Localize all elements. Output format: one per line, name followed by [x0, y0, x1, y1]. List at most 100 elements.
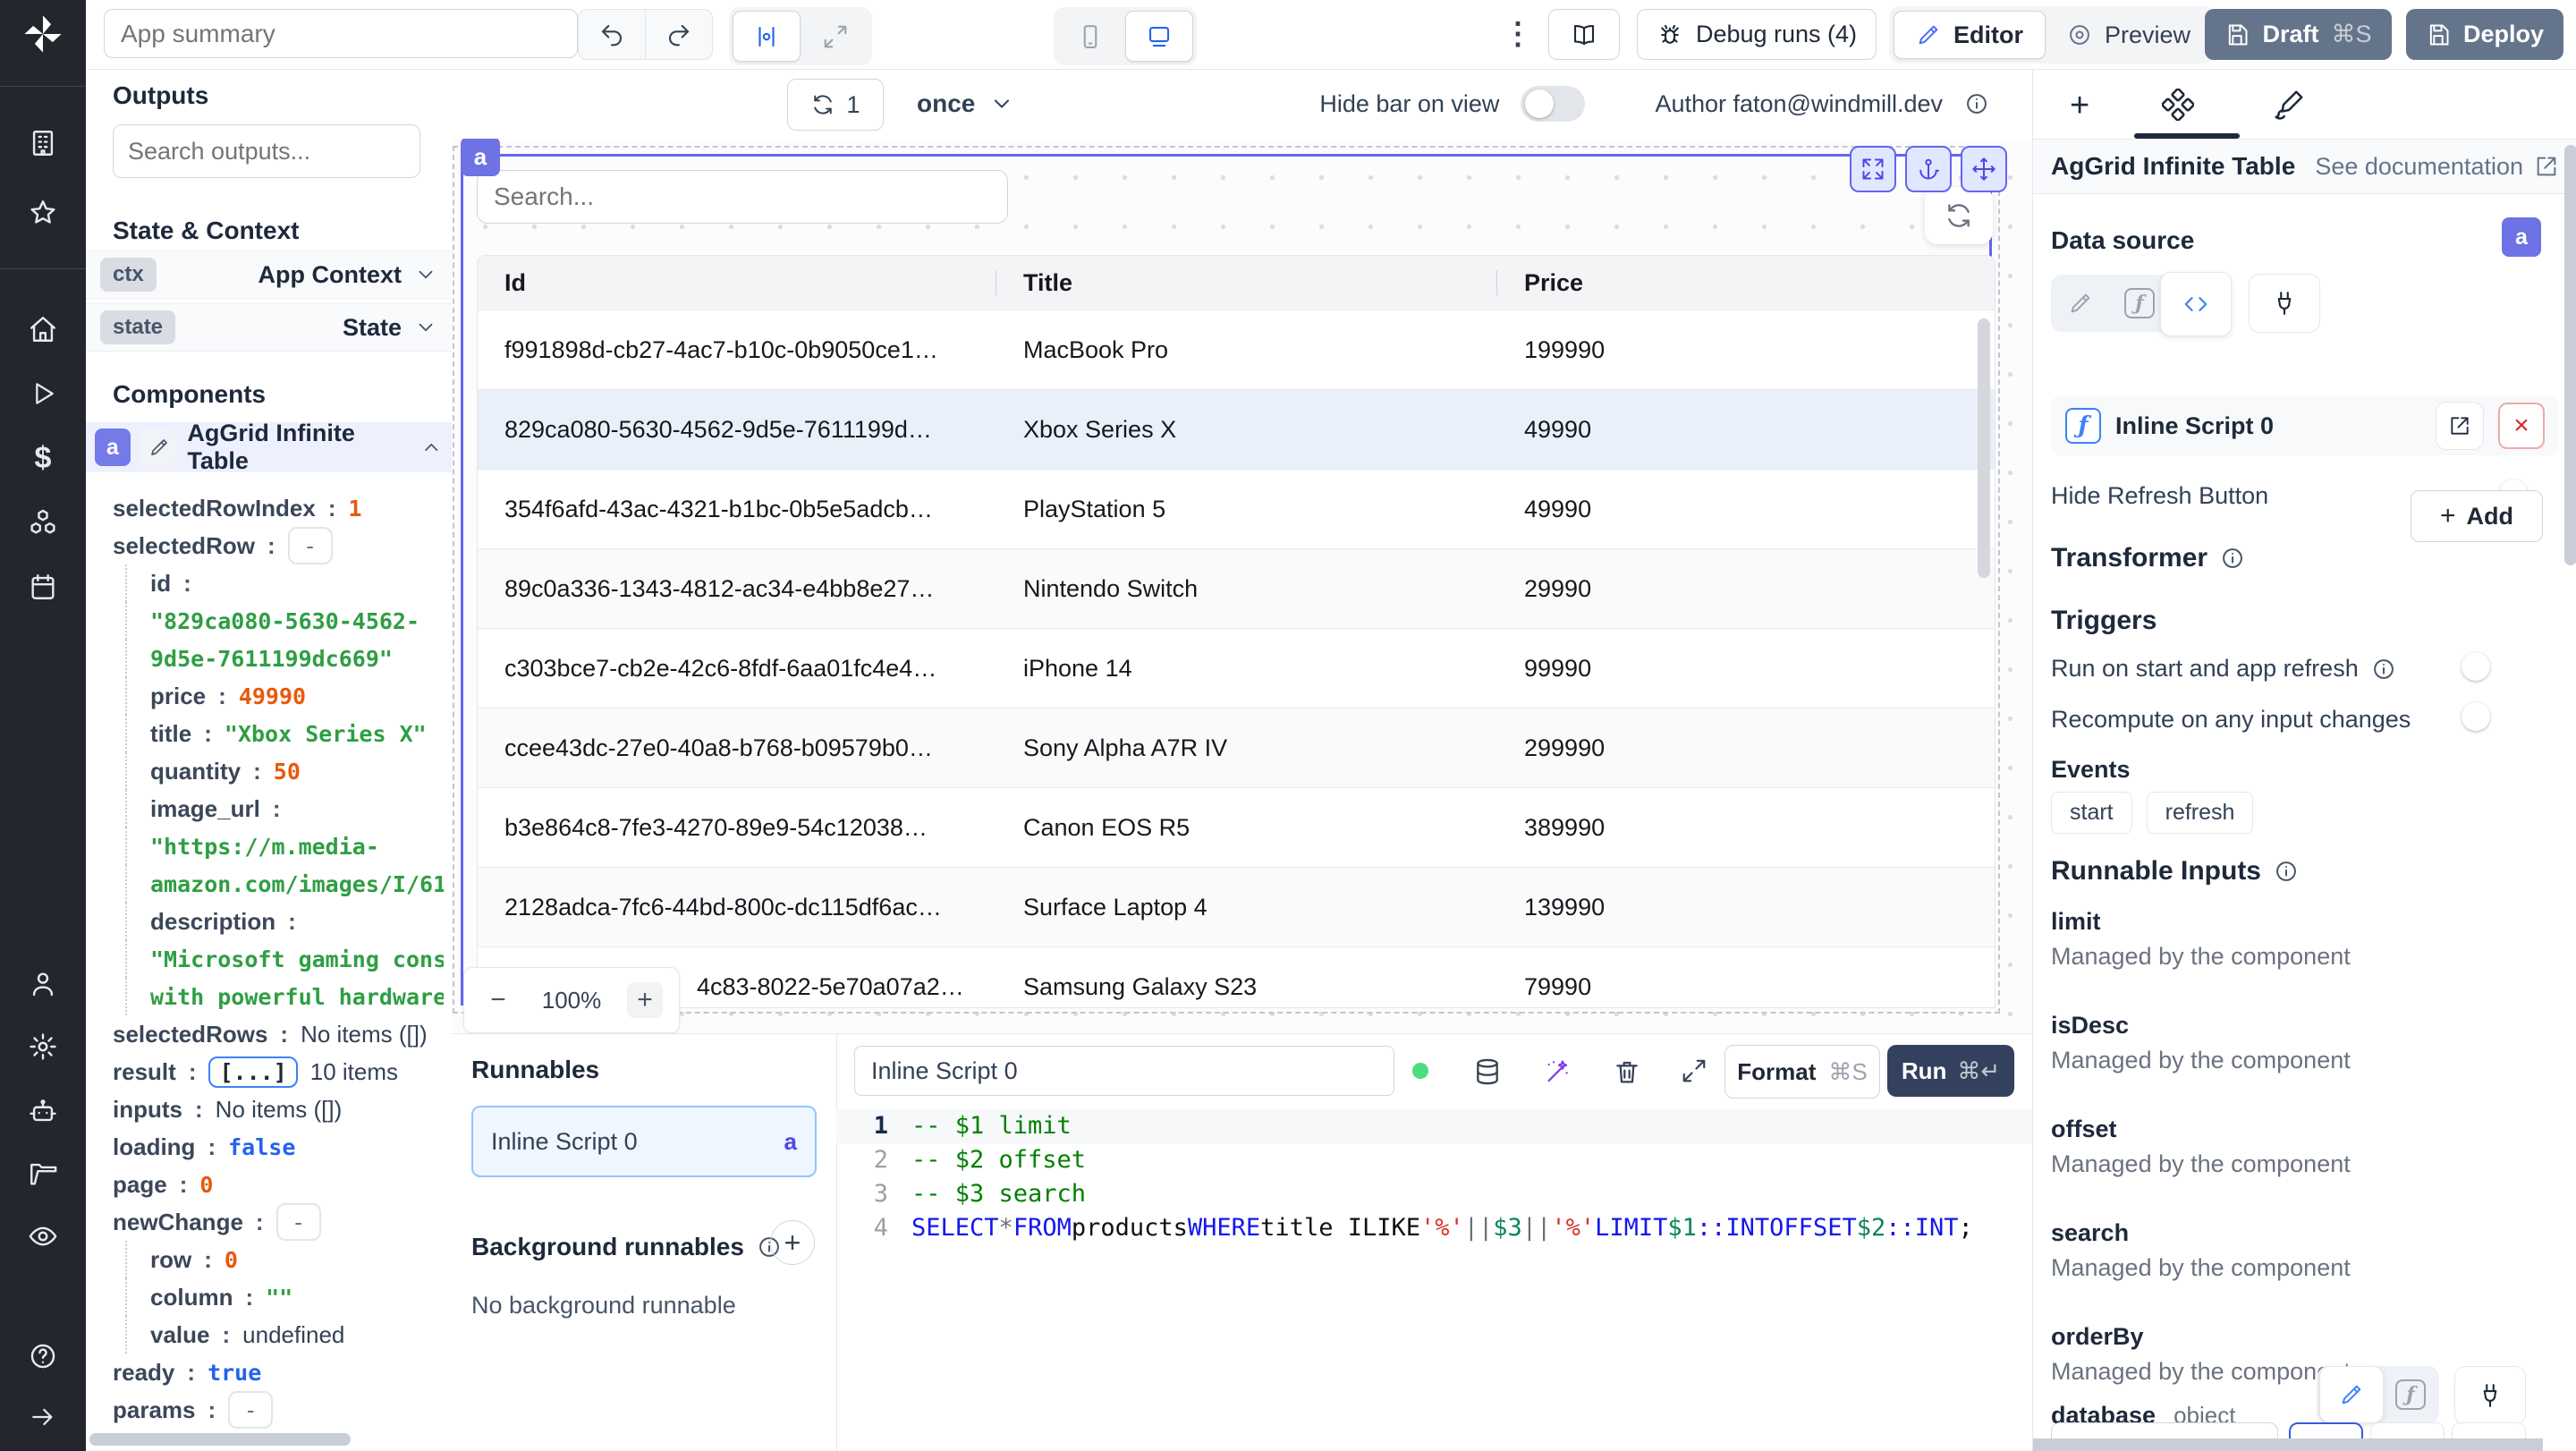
expand-array-button[interactable]: [...]: [208, 1056, 298, 1088]
horizontal-scrollbar[interactable]: [89, 1433, 351, 1446]
sidebar-item-folders[interactable]: [23, 1154, 63, 1193]
code-editor[interactable]: 1 -- $1 limit 2 -- $2 offset 3 -- $3 search 4 S…: [836, 1109, 2032, 1451]
connect-mode-button[interactable]: [2249, 274, 2320, 333]
editor-tab[interactable]: Editor: [1894, 11, 2046, 59]
aggrid-component[interactable]: a Id Title Price: [453, 139, 2007, 1033]
open-script-button[interactable]: [2436, 402, 2484, 450]
table-header-id[interactable]: Id: [478, 256, 996, 310]
refresh-count-box[interactable]: 1: [787, 79, 884, 131]
desktop-view-button[interactable]: [1125, 11, 1193, 62]
expand-object-button[interactable]: -: [275, 1203, 321, 1241]
preview-tab[interactable]: Preview: [2047, 12, 2210, 58]
horizontal-scrollbar[interactable]: [2033, 1438, 2543, 1451]
component-refresh-button[interactable]: [1925, 187, 1993, 244]
add-background-runnable-button[interactable]: +: [770, 1220, 815, 1265]
table-scrollbar[interactable]: [1978, 318, 1990, 578]
state-row[interactable]: state State: [86, 303, 452, 352]
remove-script-button[interactable]: ×: [2498, 403, 2545, 449]
sidebar-item-variables[interactable]: $: [23, 438, 63, 478]
sidebar-item-runs[interactable]: [23, 374, 63, 413]
expand-object-button[interactable]: -: [287, 527, 333, 564]
styling-tab[interactable]: [2273, 89, 2305, 121]
table-row[interactable]: b3e864c8-7fe3-4270-89e9-54c12038… Canon E…: [478, 787, 1995, 867]
mobile-view-button[interactable]: [1057, 12, 1123, 61]
table-row[interactable]: 89c0a336-1343-4812-ac34-e4bb8e27… Nintend…: [478, 548, 1995, 628]
code-line[interactable]: 2 -- $2 offset: [836, 1143, 2032, 1177]
table-header-title[interactable]: Title: [996, 256, 1497, 310]
zoom-in-button[interactable]: +: [627, 982, 663, 1018]
rename-component-button[interactable]: [140, 429, 177, 466]
sidebar-item-settings[interactable]: [23, 1027, 63, 1066]
center-align-button[interactable]: [733, 11, 801, 62]
cache-button[interactable]: [1473, 1057, 1502, 1086]
script-name-input[interactable]: [854, 1046, 1394, 1096]
database-template-button[interactable]: ƒ: [2384, 1366, 2437, 1423]
sidebar-item-help[interactable]: [23, 1336, 63, 1376]
sidebar-item-workspace[interactable]: [23, 123, 63, 163]
app-summary-input[interactable]: [104, 9, 578, 58]
code-line[interactable]: 3 -- $3 search: [836, 1177, 2032, 1211]
tree-key: id: [150, 569, 172, 597]
code-line[interactable]: 1 -- $1 limit: [836, 1109, 2032, 1143]
table-row[interactable]: ccee43dc-27e0-40a8-b768-b09579b0… Sony Al…: [478, 708, 1995, 787]
database-connect-button[interactable]: [2454, 1366, 2526, 1425]
collapse-rail-button[interactable]: [23, 1397, 63, 1437]
windmill-logo[interactable]: [20, 11, 66, 57]
move-component-button[interactable]: [1961, 146, 2007, 192]
sidebar-item-account[interactable]: [23, 964, 63, 1004]
draft-button[interactable]: Draft ⌘S: [2205, 9, 2392, 60]
table-row[interactable]: 4c83-8022-5e70a07a2… Samsung Galaxy S23 79…: [478, 946, 1995, 1007]
delete-script-button[interactable]: [1613, 1057, 1641, 1086]
ctx-row[interactable]: ctx App Context: [86, 250, 452, 299]
debug-runs-button[interactable]: Debug runs (4): [1637, 9, 1877, 60]
sidebar-item-audit[interactable]: [23, 1217, 63, 1256]
format-button[interactable]: Format ⌘S: [1724, 1045, 1880, 1099]
frequency-dropdown[interactable]: once: [917, 79, 1014, 129]
data-source-label: Data source: [2051, 226, 2195, 254]
vertical-scrollbar[interactable]: [2564, 145, 2576, 565]
hide-bar-toggle[interactable]: [1521, 86, 1586, 122]
expand-component-button[interactable]: [1850, 146, 1896, 192]
fullwidth-button[interactable]: [802, 12, 869, 61]
see-documentation-link[interactable]: See documentation: [2315, 153, 2559, 181]
sidebar-item-resources[interactable]: [23, 503, 63, 542]
table-row[interactable]: 354f6afd-43ac-4321-b1bc-0b5e5adcb… PlaySt…: [478, 469, 1995, 548]
undo-button[interactable]: [579, 10, 646, 59]
expand-object-button[interactable]: -: [228, 1391, 274, 1429]
static-mode-button[interactable]: [2051, 275, 2110, 332]
run-button[interactable]: Run ⌘↵: [1887, 1045, 2014, 1097]
table-row[interactable]: 829ca080-5630-4562-9d5e-7611199d… Xbox Se…: [478, 389, 1995, 469]
code-line[interactable]: 4 SELECT * FROM products WHERE title ILIK…: [836, 1211, 2032, 1245]
table-header-price[interactable]: Price: [1497, 256, 1995, 310]
component-settings-tab[interactable]: [2162, 89, 2194, 121]
docs-button[interactable]: [1548, 9, 1620, 60]
anchor-component-button[interactable]: [1905, 146, 1952, 192]
sidebar-item-workers[interactable]: [23, 1091, 63, 1131]
database-static-button[interactable]: [2319, 1366, 2384, 1423]
component-list-item[interactable]: a AgGrid Infinite Table: [86, 420, 452, 474]
table-row[interactable]: c303bce7-cb2e-42c6-8fdf-6aa01fc4e4… iPhon…: [478, 628, 1995, 708]
runnable-item[interactable]: Inline Script 0 a: [471, 1106, 817, 1177]
script-mode-button[interactable]: [2160, 272, 2232, 336]
table-search-input[interactable]: [477, 170, 1008, 224]
sidebar-item-favorites[interactable]: [23, 193, 63, 233]
table-row[interactable]: 2128adca-7fc6-44bd-800c-dc115df6ac… Surfa…: [478, 867, 1995, 946]
more-menu-button[interactable]: ⋮: [1503, 16, 1533, 52]
expand-editor-button[interactable]: [1681, 1057, 1707, 1084]
inline-script-row[interactable]: ƒ Inline Script 0 ×: [2051, 396, 2559, 455]
anchor-icon: [1919, 158, 1940, 180]
table-row[interactable]: f991898d-cb27-4ac7-b10c-0b9050ce1… MacBoo…: [478, 310, 1995, 389]
ai-assist-button[interactable]: [1543, 1057, 1572, 1086]
search-outputs-input[interactable]: [113, 124, 420, 178]
sidebar-item-home[interactable]: [23, 310, 63, 349]
runnable-input-desc: Managed by the component: [2051, 1150, 2351, 1177]
insert-component-tab[interactable]: +: [2070, 87, 2089, 125]
add-transformer-button[interactable]: + Add: [2411, 490, 2543, 542]
sidebar-item-schedules[interactable]: [23, 567, 63, 607]
zoom-out-button[interactable]: −: [480, 982, 516, 1018]
deploy-button[interactable]: Deploy: [2406, 9, 2563, 60]
redo-button[interactable]: [646, 10, 712, 59]
table-cell-id: c303bce7-cb2e-42c6-8fdf-6aa01fc4e4…: [504, 654, 937, 682]
event-chip[interactable]: start: [2051, 792, 2132, 834]
event-chip[interactable]: refresh: [2146, 792, 2254, 834]
